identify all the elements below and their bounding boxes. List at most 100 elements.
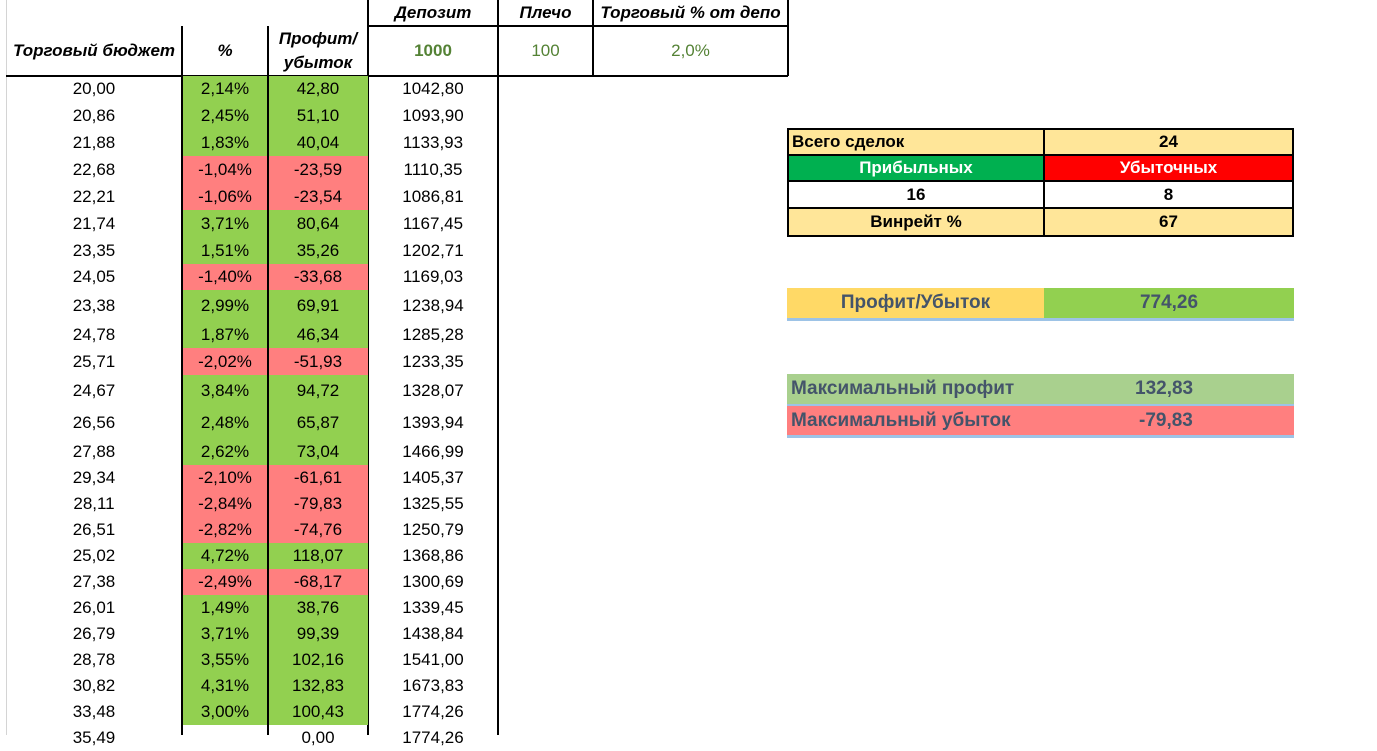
cell-budget[interactable]: 24,05 bbox=[6, 264, 182, 290]
cell-pnl[interactable]: 100,43 bbox=[268, 699, 368, 725]
cell-pct[interactable]: 2,62% bbox=[182, 438, 268, 465]
header-deposit[interactable]: Депозит bbox=[368, 0, 498, 26]
cell-pct[interactable]: 3,00% bbox=[182, 699, 268, 725]
cell-budget[interactable]: 20,00 bbox=[6, 76, 182, 102]
cell-pct[interactable]: -2,82% bbox=[182, 517, 268, 543]
cell-pct[interactable]: 2,14% bbox=[182, 76, 268, 102]
cell-budget[interactable]: 23,38 bbox=[6, 290, 182, 322]
cell-pct[interactable]: 1,49% bbox=[182, 595, 268, 621]
summary-pnl-value[interactable]: 774,26 bbox=[1044, 288, 1294, 321]
cell-dep[interactable]: 1238,94 bbox=[368, 290, 498, 322]
cell-dep[interactable]: 1328,07 bbox=[368, 375, 498, 407]
cell-pct[interactable]: -1,06% bbox=[182, 183, 268, 210]
param-deposit[interactable]: 1000 bbox=[368, 26, 498, 76]
stat-total-label[interactable]: Всего сделок bbox=[787, 128, 1045, 156]
cell-pct[interactable]: 2,48% bbox=[182, 407, 268, 438]
cell-pnl[interactable]: 80,64 bbox=[268, 210, 368, 237]
cell-budget[interactable]: 27,38 bbox=[6, 569, 182, 595]
cell-budget[interactable]: 21,88 bbox=[6, 129, 182, 156]
cell-budget[interactable]: 28,11 bbox=[6, 491, 182, 517]
summary-max-loss-value[interactable]: -79,83 bbox=[1107, 406, 1294, 438]
cell-pnl[interactable]: 42,80 bbox=[268, 76, 368, 102]
header-percent[interactable]: % bbox=[182, 26, 268, 76]
cell-budget[interactable]: 26,01 bbox=[6, 595, 182, 621]
cell-dep[interactable]: 1466,99 bbox=[368, 438, 498, 465]
cell-budget[interactable]: 24,78 bbox=[6, 322, 182, 348]
header-profit[interactable]: Профит/ убыток bbox=[268, 26, 368, 76]
cell-pnl[interactable]: 73,04 bbox=[268, 438, 368, 465]
cell-pnl[interactable]: -23,54 bbox=[268, 183, 368, 210]
cell-pct[interactable]: -2,49% bbox=[182, 569, 268, 595]
cell-budget[interactable]: 27,88 bbox=[6, 438, 182, 465]
cell-dep[interactable]: 1133,93 bbox=[368, 129, 498, 156]
cell-pct[interactable]: 4,31% bbox=[182, 673, 268, 699]
cell-dep[interactable]: 1285,28 bbox=[368, 322, 498, 348]
param-trade-pct[interactable]: 2,0% bbox=[593, 26, 788, 76]
cell-pct[interactable]: 1,87% bbox=[182, 322, 268, 348]
cell-pct[interactable]: 3,55% bbox=[182, 647, 268, 673]
cell-budget[interactable]: 26,51 bbox=[6, 517, 182, 543]
cell-pnl[interactable]: -74,76 bbox=[268, 517, 368, 543]
stat-winrate-value[interactable]: 67 bbox=[1043, 207, 1294, 237]
cell-pct[interactable]: 3,84% bbox=[182, 375, 268, 407]
cell-pct[interactable]: -1,40% bbox=[182, 264, 268, 290]
cell-dep[interactable]: 1250,79 bbox=[368, 517, 498, 543]
cell-pct[interactable]: 1,51% bbox=[182, 237, 268, 264]
cell-dep[interactable]: 1086,81 bbox=[368, 183, 498, 210]
summary-max-profit-value[interactable]: 132,83 bbox=[1107, 374, 1294, 406]
cell-pnl[interactable]: 0,00 bbox=[268, 725, 368, 751]
stat-losing-value[interactable]: 8 bbox=[1043, 180, 1294, 209]
cell-dep[interactable]: 1233,35 bbox=[368, 348, 498, 375]
cell-pct[interactable]: 3,71% bbox=[182, 210, 268, 237]
cell-dep[interactable]: 1110,35 bbox=[368, 156, 498, 183]
cell-budget[interactable]: 35,49 bbox=[6, 725, 182, 751]
cell-dep[interactable]: 1169,03 bbox=[368, 264, 498, 290]
header-trade-pct[interactable]: Торговый % от депо bbox=[593, 0, 788, 26]
cell-pnl[interactable]: -68,17 bbox=[268, 569, 368, 595]
cell-dep[interactable]: 1042,80 bbox=[368, 76, 498, 102]
cell-pnl[interactable]: -79,83 bbox=[268, 491, 368, 517]
param-leverage[interactable]: 100 bbox=[498, 26, 593, 76]
cell-pnl[interactable]: -33,68 bbox=[268, 264, 368, 290]
cell-budget[interactable]: 25,71 bbox=[6, 348, 182, 375]
cell-budget[interactable]: 26,79 bbox=[6, 621, 182, 647]
cell-pnl[interactable]: 65,87 bbox=[268, 407, 368, 438]
cell-budget[interactable]: 22,68 bbox=[6, 156, 182, 183]
cell-dep[interactable]: 1368,86 bbox=[368, 543, 498, 569]
cell-pct[interactable] bbox=[182, 725, 268, 751]
cell-pnl[interactable]: 102,16 bbox=[268, 647, 368, 673]
cell-pnl[interactable]: 99,39 bbox=[268, 621, 368, 647]
cell-budget[interactable]: 28,78 bbox=[6, 647, 182, 673]
cell-pnl[interactable]: -61,61 bbox=[268, 465, 368, 491]
spreadsheet[interactable]: Депозит Плечо Торговый % от депо Торговы… bbox=[0, 0, 1377, 747]
stat-profitable-label[interactable]: Прибыльных bbox=[787, 154, 1045, 182]
cell-dep[interactable]: 1325,55 bbox=[368, 491, 498, 517]
cell-pnl[interactable]: 35,26 bbox=[268, 237, 368, 264]
cell-dep[interactable]: 1438,84 bbox=[368, 621, 498, 647]
cell-dep[interactable]: 1774,26 bbox=[368, 699, 498, 725]
cell-budget[interactable]: 23,35 bbox=[6, 237, 182, 264]
cell-budget[interactable]: 33,48 bbox=[6, 699, 182, 725]
cell-dep[interactable]: 1202,71 bbox=[368, 237, 498, 264]
cell-budget[interactable]: 29,34 bbox=[6, 465, 182, 491]
cell-pct[interactable]: 1,83% bbox=[182, 129, 268, 156]
cell-pct[interactable]: 3,71% bbox=[182, 621, 268, 647]
cell-dep[interactable]: 1167,45 bbox=[368, 210, 498, 237]
cell-pnl[interactable]: 118,07 bbox=[268, 543, 368, 569]
cell-budget[interactable]: 22,21 bbox=[6, 183, 182, 210]
cell-pnl[interactable]: 38,76 bbox=[268, 595, 368, 621]
cell-dep[interactable]: 1405,37 bbox=[368, 465, 498, 491]
cell-pnl[interactable]: 46,34 bbox=[268, 322, 368, 348]
cell-pct[interactable]: -2,02% bbox=[182, 348, 268, 375]
summary-max-loss-label[interactable]: Максимальный убыток bbox=[787, 406, 1107, 438]
cell-pnl[interactable]: 40,04 bbox=[268, 129, 368, 156]
cell-dep[interactable]: 1300,69 bbox=[368, 569, 498, 595]
cell-budget[interactable]: 24,67 bbox=[6, 375, 182, 407]
cell-pnl[interactable]: -51,93 bbox=[268, 348, 368, 375]
header-leverage[interactable]: Плечо bbox=[498, 0, 593, 26]
cell-budget[interactable]: 25,02 bbox=[6, 543, 182, 569]
stat-total-value[interactable]: 24 bbox=[1043, 128, 1294, 156]
cell-pnl[interactable]: 69,91 bbox=[268, 290, 368, 322]
cell-dep[interactable]: 1393,94 bbox=[368, 407, 498, 438]
cell-pct[interactable]: -1,04% bbox=[182, 156, 268, 183]
